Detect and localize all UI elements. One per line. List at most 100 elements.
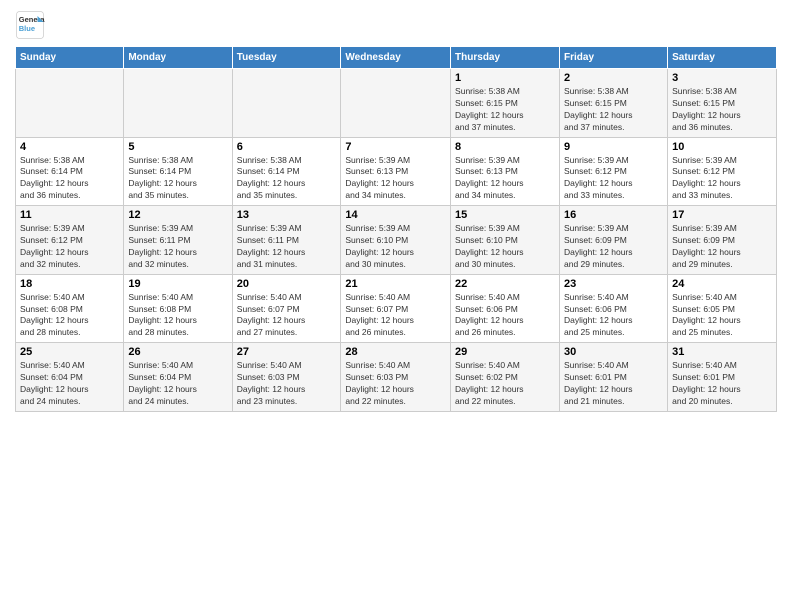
day-info: Sunrise: 5:39 AM Sunset: 6:12 PM Dayligh…: [564, 155, 663, 203]
day-info: Sunrise: 5:38 AM Sunset: 6:14 PM Dayligh…: [237, 155, 337, 203]
day-info: Sunrise: 5:38 AM Sunset: 6:15 PM Dayligh…: [564, 86, 663, 134]
calendar-cell: 10 Sunrise: 5:39 AM Sunset: 6:12 PM Dayli…: [668, 137, 777, 206]
svg-text:General: General: [19, 15, 45, 24]
calendar-cell: [124, 69, 232, 138]
day-info: Sunrise: 5:40 AM Sunset: 6:07 PM Dayligh…: [345, 292, 446, 340]
calendar-cell: 11Sunrise: 5:39 AM Sunset: 6:12 PM Dayli…: [16, 206, 124, 275]
calendar-cell: 9 Sunrise: 5:39 AM Sunset: 6:12 PM Daylig…: [560, 137, 668, 206]
day-number: 7: [345, 141, 446, 153]
calendar-cell: 7 Sunrise: 5:39 AM Sunset: 6:13 PM Daylig…: [341, 137, 451, 206]
calendar-cell: 26 Sunrise: 5:40 AM Sunset: 6:04 PM Dayli…: [124, 343, 232, 412]
day-info: Sunrise: 5:39 AM Sunset: 6:13 PM Dayligh…: [455, 155, 555, 203]
calendar-cell: 30 Sunrise: 5:40 AM Sunset: 6:01 PM Dayli…: [560, 343, 668, 412]
calendar-cell: 21 Sunrise: 5:40 AM Sunset: 6:07 PM Dayli…: [341, 274, 451, 343]
week-row-3: 11Sunrise: 5:39 AM Sunset: 6:12 PM Dayli…: [16, 206, 777, 275]
calendar-cell: 20 Sunrise: 5:40 AM Sunset: 6:07 PM Dayli…: [232, 274, 341, 343]
calendar-cell: 24 Sunrise: 5:40 AM Sunset: 6:05 PM Dayli…: [668, 274, 777, 343]
calendar-cell: 4 Sunrise: 5:38 AM Sunset: 6:14 PM Daylig…: [16, 137, 124, 206]
day-number: 21: [345, 278, 446, 290]
calendar-cell: 28Sunrise: 5:40 AM Sunset: 6:03 PM Dayli…: [341, 343, 451, 412]
week-row-4: 18 Sunrise: 5:40 AM Sunset: 6:08 PM Dayli…: [16, 274, 777, 343]
day-number: 15: [455, 209, 555, 221]
day-number: 3: [672, 72, 772, 84]
day-number: 12: [128, 209, 227, 221]
day-header-sunday: Sunday: [16, 47, 124, 69]
day-number: 20: [237, 278, 337, 290]
logo: General Blue: [15, 10, 49, 40]
day-number: 27: [237, 346, 337, 358]
calendar-cell: [232, 69, 341, 138]
day-info: Sunrise: 5:39 AM Sunset: 6:10 PM Dayligh…: [455, 223, 555, 271]
day-info: Sunrise: 5:40 AM Sunset: 6:03 PM Dayligh…: [237, 360, 337, 408]
day-number: 8: [455, 141, 555, 153]
day-header-monday: Monday: [124, 47, 232, 69]
calendar-cell: 14 Sunrise: 5:39 AM Sunset: 6:10 PM Dayli…: [341, 206, 451, 275]
day-info: Sunrise: 5:40 AM Sunset: 6:02 PM Dayligh…: [455, 360, 555, 408]
day-number: 18: [20, 278, 119, 290]
day-info: Sunrise: 5:40 AM Sunset: 6:07 PM Dayligh…: [237, 292, 337, 340]
week-row-5: 25 Sunrise: 5:40 AM Sunset: 6:04 PM Dayli…: [16, 343, 777, 412]
header: General Blue: [15, 10, 777, 40]
calendar-cell: 1Sunrise: 5:38 AM Sunset: 6:15 PM Daylig…: [451, 69, 560, 138]
day-header-tuesday: Tuesday: [232, 47, 341, 69]
calendar-cell: 29 Sunrise: 5:40 AM Sunset: 6:02 PM Dayli…: [451, 343, 560, 412]
week-row-1: 1 Sunrise: 5:38 AM Sunset: 6:15 PM Daylig…: [16, 69, 777, 138]
day-info: Sunrise: 5:39 AM Sunset: 6:13 PM Dayligh…: [345, 155, 446, 203]
day-number: 4: [20, 141, 119, 153]
day-number: 30: [564, 346, 663, 358]
logo-icon: General Blue: [15, 10, 45, 40]
calendar-cell: 31 Sunrise: 5:40 AM Sunset: 6:01 PM Dayli…: [668, 343, 777, 412]
calendar-cell: 2 Sunrise: 5:38 AM Sunset: 6:15 PM Daylig…: [560, 69, 668, 138]
day-info: Sunrise: 5:40 AM Sunset: 6:08 PM Dayligh…: [128, 292, 227, 340]
day-info: Sunrise: 5:40 AM Sunset: 6:01 PM Dayligh…: [564, 360, 663, 408]
day-info: Sunrise: 5:39 AM Sunset: 6:11 PM Dayligh…: [237, 223, 337, 271]
day-info: Sunrise: 5:38 AM Sunset: 6:14 PM Dayligh…: [20, 155, 119, 203]
day-header-saturday: Saturday: [668, 47, 777, 69]
day-number: 5: [128, 141, 227, 153]
calendar-cell: 12 Sunrise: 5:39 AM Sunset: 6:11 PM Dayli…: [124, 206, 232, 275]
day-info: Sunrise: 5:40 AM Sunset: 6:06 PM Dayligh…: [455, 292, 555, 340]
day-number: 26: [128, 346, 227, 358]
day-number: 9: [564, 141, 663, 153]
day-header-friday: Friday: [560, 47, 668, 69]
day-info: Sunrise: 5:40 AM Sunset: 6:08 PM Dayligh…: [20, 292, 119, 340]
calendar-cell: [16, 69, 124, 138]
calendar-cell: 23Sunrise: 5:40 AM Sunset: 6:06 PM Dayli…: [560, 274, 668, 343]
day-number: 31: [672, 346, 772, 358]
day-info: Sunrise: 5:40 AM Sunset: 6:01 PM Dayligh…: [672, 360, 772, 408]
calendar-cell: 17 Sunrise: 5:39 AM Sunset: 6:09 PM Dayli…: [668, 206, 777, 275]
calendar-cell: 27 Sunrise: 5:40 AM Sunset: 6:03 PM Dayli…: [232, 343, 341, 412]
calendar-cell: 19 Sunrise: 5:40 AM Sunset: 6:08 PM Dayli…: [124, 274, 232, 343]
week-row-2: 4 Sunrise: 5:38 AM Sunset: 6:14 PM Daylig…: [16, 137, 777, 206]
day-info: Sunrise: 5:39 AM Sunset: 6:09 PM Dayligh…: [672, 223, 772, 271]
day-number: 2: [564, 72, 663, 84]
calendar-cell: 22Sunrise: 5:40 AM Sunset: 6:06 PM Dayli…: [451, 274, 560, 343]
day-info: Sunrise: 5:40 AM Sunset: 6:04 PM Dayligh…: [128, 360, 227, 408]
day-info: Sunrise: 5:40 AM Sunset: 6:05 PM Dayligh…: [672, 292, 772, 340]
day-number: 11: [20, 209, 119, 221]
day-number: 17: [672, 209, 772, 221]
day-number: 1: [455, 72, 555, 84]
header-row: SundayMondayTuesdayWednesdayThursdayFrid…: [16, 47, 777, 69]
day-info: Sunrise: 5:40 AM Sunset: 6:03 PM Dayligh…: [345, 360, 446, 408]
day-number: 29: [455, 346, 555, 358]
page: General Blue SundayMondayTuesdayWednesda…: [0, 0, 792, 422]
day-number: 16: [564, 209, 663, 221]
day-number: 14: [345, 209, 446, 221]
calendar-cell: 5 Sunrise: 5:38 AM Sunset: 6:14 PM Daylig…: [124, 137, 232, 206]
calendar-cell: 13Sunrise: 5:39 AM Sunset: 6:11 PM Dayli…: [232, 206, 341, 275]
day-info: Sunrise: 5:38 AM Sunset: 6:15 PM Dayligh…: [672, 86, 772, 134]
day-info: Sunrise: 5:39 AM Sunset: 6:10 PM Dayligh…: [345, 223, 446, 271]
day-number: 10: [672, 141, 772, 153]
day-info: Sunrise: 5:39 AM Sunset: 6:11 PM Dayligh…: [128, 223, 227, 271]
calendar-cell: 6Sunrise: 5:38 AM Sunset: 6:14 PM Daylig…: [232, 137, 341, 206]
day-info: Sunrise: 5:40 AM Sunset: 6:04 PM Dayligh…: [20, 360, 119, 408]
day-header-thursday: Thursday: [451, 47, 560, 69]
day-number: 25: [20, 346, 119, 358]
day-info: Sunrise: 5:39 AM Sunset: 6:12 PM Dayligh…: [672, 155, 772, 203]
day-info: Sunrise: 5:38 AM Sunset: 6:14 PM Dayligh…: [128, 155, 227, 203]
day-info: Sunrise: 5:40 AM Sunset: 6:06 PM Dayligh…: [564, 292, 663, 340]
calendar-cell: 18 Sunrise: 5:40 AM Sunset: 6:08 PM Dayli…: [16, 274, 124, 343]
day-number: 24: [672, 278, 772, 290]
day-number: 19: [128, 278, 227, 290]
